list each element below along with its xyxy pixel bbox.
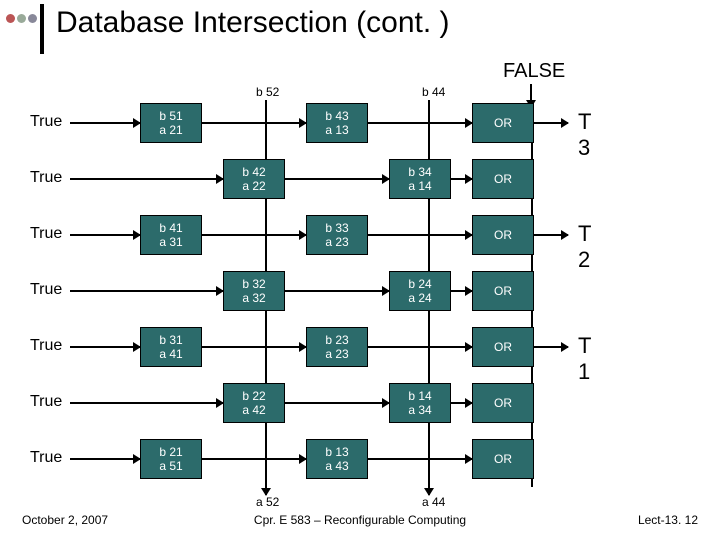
cell: b 23a 23 (306, 327, 368, 367)
cell: b 24a 24 (389, 271, 451, 311)
cell: b 22a 42 (223, 383, 285, 423)
arrow-icon (368, 122, 472, 124)
or-gate: OR (472, 271, 534, 311)
arrow-icon (202, 234, 306, 236)
cell: b 31a 41 (140, 327, 202, 367)
cell: b 51a 21 (140, 103, 202, 143)
cell: b 13a 43 (306, 439, 368, 479)
top-label-b52: b 52 (256, 85, 279, 99)
bottom-label-a52: a 52 (256, 495, 279, 509)
arrow-icon (70, 178, 223, 180)
top-label-b44: b 44 (422, 85, 445, 99)
arrow-icon (534, 346, 568, 348)
t2-label: T 2 (578, 221, 591, 273)
t3-label: T 3 (578, 109, 591, 161)
arrow-icon (451, 402, 472, 404)
cell: b 34a 14 (389, 159, 451, 199)
arrow-icon (202, 458, 306, 460)
vline-a52 (265, 479, 267, 495)
arrow-icon (534, 234, 568, 236)
arrow-icon (70, 346, 140, 348)
vline-a44 (428, 479, 430, 495)
arrow-icon (368, 458, 472, 460)
slide-title: Database Intersection (cont. ) (56, 6, 450, 40)
cell: b 42a 22 (223, 159, 285, 199)
arrow-icon (451, 178, 472, 180)
t1-label: T 1 (578, 333, 591, 385)
arrow-icon (202, 122, 306, 124)
cell: b 14a 34 (389, 383, 451, 423)
arrow-icon (534, 122, 568, 124)
or-gate: OR (472, 439, 534, 479)
arrow-icon (368, 346, 472, 348)
or-gate: OR (472, 103, 534, 143)
cell: b 21a 51 (140, 439, 202, 479)
cell: b 41a 31 (140, 215, 202, 255)
or-gate: OR (472, 327, 534, 367)
footer-course: Cpr. E 583 – Reconfigurable Computing (0, 513, 720, 527)
cell: b 32a 32 (223, 271, 285, 311)
or-gate: OR (472, 215, 534, 255)
arrow-icon (285, 178, 389, 180)
arrow-icon (202, 346, 306, 348)
footer-slide-number: Lect-13. 12 (638, 513, 698, 527)
arrow-icon (70, 290, 223, 292)
bottom-label-a44: a 44 (422, 495, 445, 509)
arrow-icon (70, 402, 223, 404)
arrow-icon (70, 122, 140, 124)
or-gate: OR (472, 159, 534, 199)
title-bar (40, 4, 44, 54)
arrow-icon (451, 290, 472, 292)
cell: b 43a 13 (306, 103, 368, 143)
slide-indicator-dots (6, 14, 37, 23)
arrow-icon (70, 458, 140, 460)
arrow-icon (70, 234, 140, 236)
arrow-icon (285, 290, 389, 292)
arrow-icon (368, 234, 472, 236)
arrow-icon (285, 402, 389, 404)
false-label: FALSE (503, 60, 565, 83)
or-gate: OR (472, 383, 534, 423)
cell: b 33a 23 (306, 215, 368, 255)
